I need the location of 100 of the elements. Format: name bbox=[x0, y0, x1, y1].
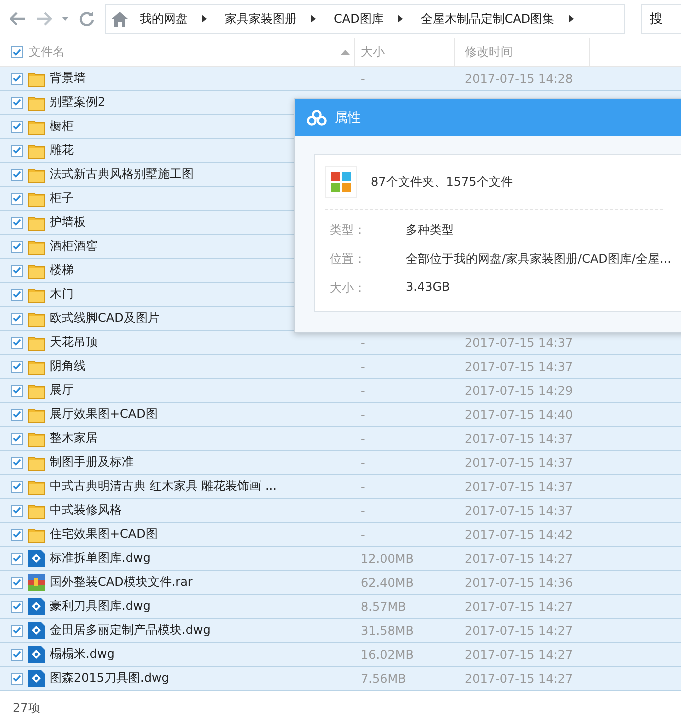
refresh-icon[interactable] bbox=[79, 11, 95, 27]
modified-time: 2017-07-15 14:40 bbox=[465, 408, 574, 422]
breadcrumb-item[interactable]: 我的网盘 bbox=[136, 10, 192, 28]
modified-time: 2017-07-15 14:27 bbox=[465, 552, 574, 566]
cad-file-icon bbox=[28, 646, 45, 663]
file-name[interactable]: 中式装修风格 bbox=[50, 502, 122, 519]
file-name[interactable]: 标准拆单图库.dwg bbox=[50, 550, 151, 567]
modified-time: 2017-07-15 14:37 bbox=[465, 432, 574, 446]
folder-icon bbox=[28, 214, 45, 230]
modified-time: 2017-07-15 14:37 bbox=[465, 336, 574, 350]
chevron-icon bbox=[568, 15, 574, 23]
row-checkbox[interactable] bbox=[11, 96, 23, 108]
row-checkbox[interactable] bbox=[11, 288, 23, 300]
folder-icon bbox=[28, 478, 45, 494]
folder-icon bbox=[28, 526, 45, 542]
row-checkbox[interactable] bbox=[11, 528, 23, 540]
row-checkbox[interactable] bbox=[11, 264, 23, 276]
row-checkbox[interactable] bbox=[11, 72, 23, 84]
folder-icon bbox=[28, 382, 45, 398]
breadcrumb-item[interactable]: 家具家装图册 bbox=[221, 10, 301, 28]
row-checkbox[interactable] bbox=[11, 456, 23, 468]
file-name[interactable]: 法式新古典风格别墅施工图 bbox=[50, 166, 194, 183]
row-checkbox[interactable] bbox=[11, 624, 23, 636]
file-name[interactable]: 阴角线 bbox=[50, 358, 86, 375]
select-all-checkbox[interactable] bbox=[11, 46, 23, 58]
row-checkbox[interactable] bbox=[11, 192, 23, 204]
home-icon[interactable] bbox=[112, 12, 128, 26]
file-name[interactable]: 榻榻米.dwg bbox=[50, 646, 115, 663]
row-checkbox[interactable] bbox=[11, 384, 23, 396]
file-name[interactable]: 橱柜 bbox=[50, 118, 74, 135]
file-name[interactable]: 雕花 bbox=[50, 142, 74, 159]
folder-icon bbox=[28, 190, 45, 206]
file-name[interactable]: 护墙板 bbox=[50, 214, 86, 231]
archive-icon bbox=[28, 574, 45, 591]
row-checkbox[interactable] bbox=[11, 144, 23, 156]
file-size: - bbox=[361, 528, 366, 542]
search-field[interactable]: 搜 bbox=[641, 4, 681, 34]
row-checkbox[interactable] bbox=[11, 672, 23, 684]
file-name[interactable]: 制图手册及标准 bbox=[50, 454, 134, 471]
file-name[interactable]: 国外整装CAD模块文件.rar bbox=[50, 574, 193, 591]
row-checkbox[interactable] bbox=[11, 336, 23, 348]
file-name[interactable]: 天花吊顶 bbox=[50, 334, 98, 351]
row-checkbox[interactable] bbox=[11, 168, 23, 180]
breadcrumb-item[interactable]: 全屋木制品定制CAD图集 bbox=[416, 10, 559, 28]
chevron-icon bbox=[311, 15, 316, 23]
file-name[interactable]: 整木家居 bbox=[50, 430, 98, 447]
modified-time: 2017-07-15 14:42 bbox=[465, 528, 574, 542]
row-checkbox[interactable] bbox=[11, 504, 23, 516]
row-checkbox[interactable] bbox=[11, 360, 23, 372]
folder-icon bbox=[28, 334, 45, 350]
row-checkbox[interactable] bbox=[11, 480, 23, 492]
row-checkbox[interactable] bbox=[11, 240, 23, 252]
file-size: 8.57MB bbox=[361, 600, 406, 614]
file-name[interactable]: 住宅效果图+CAD图 bbox=[50, 526, 158, 543]
chevron-icon bbox=[398, 15, 403, 23]
folder-icon bbox=[28, 70, 45, 86]
modified-time: 2017-07-15 14:28 bbox=[465, 72, 574, 86]
file-size: - bbox=[361, 504, 366, 518]
row-checkbox[interactable] bbox=[11, 576, 23, 588]
file-size: 12.00MB bbox=[361, 552, 414, 566]
caret-icon[interactable] bbox=[62, 17, 69, 21]
file-size: - bbox=[361, 432, 366, 446]
folder-icon bbox=[28, 358, 45, 374]
file-name[interactable]: 欧式线脚CAD及图片 bbox=[50, 310, 160, 327]
file-name[interactable]: 楼梯 bbox=[50, 262, 74, 279]
sort-icon[interactable] bbox=[341, 50, 350, 54]
property-label: 类型： bbox=[330, 222, 367, 239]
file-name[interactable]: 背景墙 bbox=[50, 70, 86, 87]
file-name[interactable]: 展厅效果图+CAD图 bbox=[50, 406, 158, 423]
modified-time: 2017-07-15 14:36 bbox=[465, 576, 574, 590]
cad-file-icon bbox=[28, 670, 45, 687]
modified-time: 2017-07-15 14:37 bbox=[465, 504, 574, 518]
row-checkbox[interactable] bbox=[11, 408, 23, 420]
row-checkbox[interactable] bbox=[11, 648, 23, 660]
file-size: - bbox=[361, 408, 366, 422]
file-name[interactable]: 酒柜酒窖 bbox=[50, 238, 98, 255]
file-size: 7.56MB bbox=[361, 672, 406, 686]
back-icon[interactable] bbox=[10, 12, 26, 26]
row-checkbox[interactable] bbox=[11, 552, 23, 564]
row-checkbox[interactable] bbox=[11, 216, 23, 228]
file-size: - bbox=[361, 336, 366, 350]
cad-file-icon bbox=[28, 622, 45, 639]
property-value: 全部位于我的网盘/家具家装图册/CAD图库/全屋... bbox=[406, 251, 672, 268]
modified-time: 2017-07-15 14:27 bbox=[465, 624, 574, 638]
file-name[interactable]: 展厅 bbox=[50, 382, 74, 399]
file-name[interactable]: 中式古典明清古典 红木家具 雕花装饰画 ... bbox=[50, 478, 277, 495]
file-name[interactable]: 别墅案例2 bbox=[50, 94, 106, 111]
file-name[interactable]: 木门 bbox=[50, 286, 74, 303]
row-checkbox[interactable] bbox=[11, 120, 23, 132]
row-checkbox[interactable] bbox=[11, 600, 23, 612]
row-checkbox[interactable] bbox=[11, 312, 23, 324]
file-name[interactable]: 图森2015刀具图.dwg bbox=[50, 670, 170, 687]
file-name[interactable]: 豪利刀具图库.dwg bbox=[50, 598, 151, 615]
file-name[interactable]: 柜子 bbox=[50, 190, 74, 207]
file-name[interactable]: 金田居多丽定制产品模块.dwg bbox=[50, 622, 211, 639]
breadcrumb-item[interactable]: CAD图库 bbox=[330, 10, 388, 28]
folder-icon bbox=[28, 166, 45, 182]
row-checkbox[interactable] bbox=[11, 432, 23, 444]
folder-icon bbox=[28, 286, 45, 302]
modified-time: 2017-07-15 14:27 bbox=[465, 672, 574, 686]
